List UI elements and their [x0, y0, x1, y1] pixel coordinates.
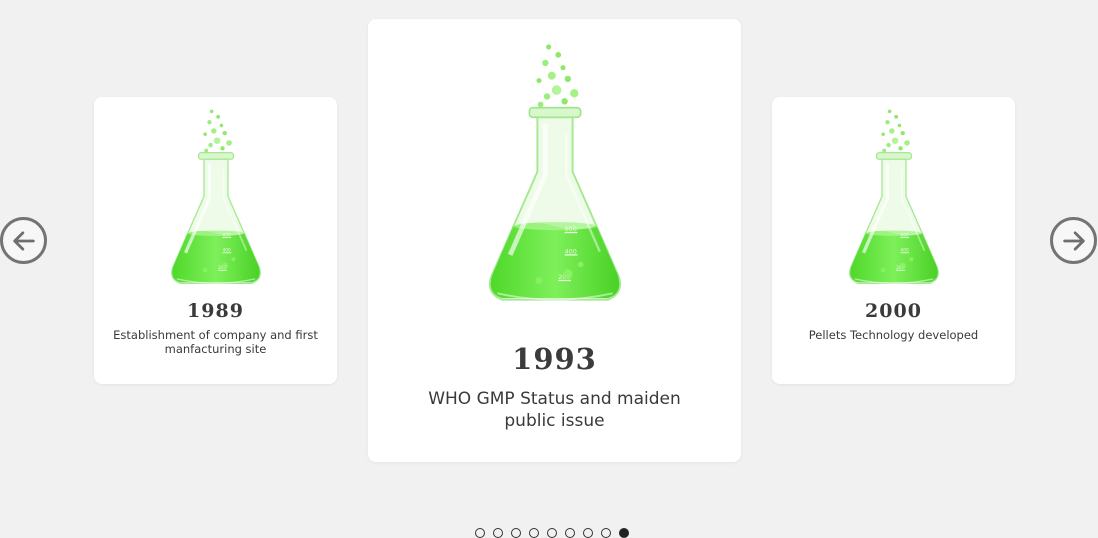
- prev-arrow-button[interactable]: [0, 217, 47, 264]
- pagination-dot-1[interactable]: [475, 528, 485, 538]
- erlenmeyer-flask-icon: [161, 107, 271, 292]
- pagination-dot-4[interactable]: [529, 528, 539, 538]
- card-description: Establishment of company and first manfa…: [113, 328, 318, 356]
- timeline-card-1989[interactable]: 1989 Establishment of company and first …: [94, 97, 337, 384]
- card-year: 2000: [865, 300, 922, 322]
- pagination-dot-3[interactable]: [511, 528, 521, 538]
- pagination-dot-6[interactable]: [565, 528, 575, 538]
- card-description: WHO GMP Status and maiden public issue: [428, 389, 681, 431]
- pagination-dot-7[interactable]: [583, 528, 593, 538]
- pagination-dots: [475, 528, 629, 538]
- timeline-card-2000[interactable]: 2000 Pellets Technology developed: [772, 97, 1015, 384]
- pagination-dot-9[interactable]: [619, 528, 629, 538]
- arrow-left-icon: [12, 230, 35, 251]
- next-arrow-button[interactable]: [1050, 217, 1097, 264]
- pagination-dot-5[interactable]: [547, 528, 557, 538]
- card-year: 1989: [187, 300, 244, 322]
- timeline-carousel: 1989 Establishment of company and first …: [0, 0, 1098, 538]
- card-description: Pellets Technology developed: [808, 328, 979, 342]
- arrow-right-icon: [1062, 230, 1085, 251]
- erlenmeyer-flask-icon: [475, 35, 635, 318]
- pagination-dot-8[interactable]: [601, 528, 611, 538]
- card-year: 1993: [512, 342, 597, 376]
- timeline-card-1993[interactable]: 1993 WHO GMP Status and maiden public is…: [368, 19, 741, 462]
- erlenmeyer-flask-icon: [839, 107, 949, 292]
- pagination-dot-2[interactable]: [493, 528, 503, 538]
